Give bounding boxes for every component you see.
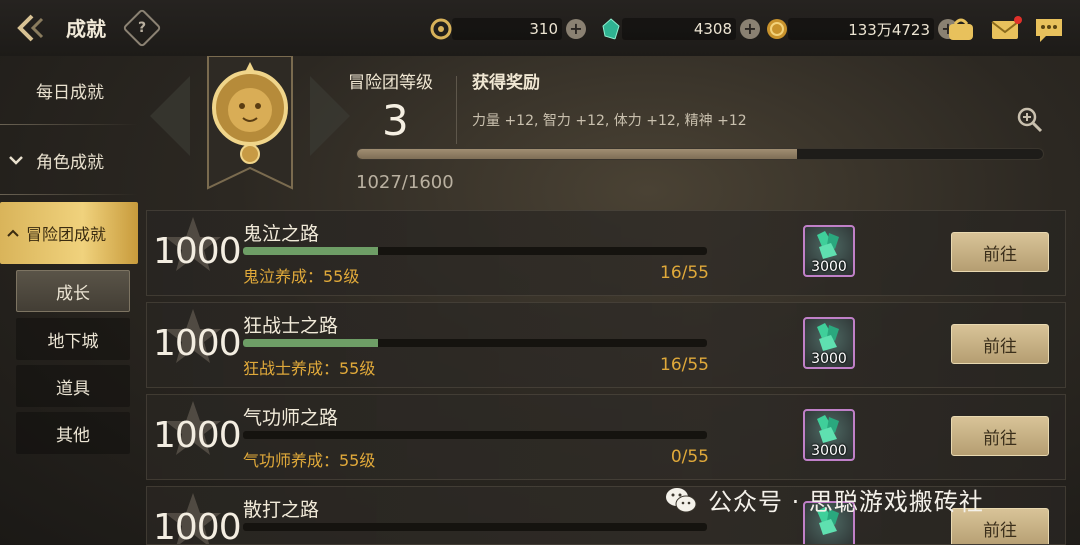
achievement-row: 1000 气功师之路 气功师养成：55级 0/55 3000 前往 [146, 394, 1066, 480]
currency-crystal: 4308 + [600, 17, 760, 41]
achievement-progress-bar [243, 431, 707, 439]
currency-amount: 133万4723 [788, 18, 934, 40]
sidebar-item-label: 冒险团成就 [26, 225, 107, 244]
achievement-points: 1000 [153, 231, 242, 272]
sidebar-divider [0, 124, 138, 125]
watermark-text: 公众号 · 思聪游戏搬砖社 [708, 488, 984, 516]
achievement-count: 16/55 [660, 355, 709, 375]
achievement-desc: 鬼泣养成：55级 [243, 267, 360, 286]
sidebar: 每日成就 角色成就 冒险团成就 成长 地下城 道具 其他 [0, 56, 140, 545]
currency-gold: 133万4723 + [766, 17, 958, 41]
achievement-progress-fill [243, 247, 378, 255]
level-label: 冒险团等级 [348, 73, 433, 93]
achievement-title: 气功师之路 [243, 407, 339, 429]
reward-quantity: 3000 [811, 259, 847, 275]
gold-coin-icon [767, 19, 787, 39]
top-bar: 成就 ? 310 + 4308 + 133万4723 + [0, 0, 1080, 56]
xp-progress-bar [356, 148, 1044, 160]
page-title: 成就 [66, 17, 106, 41]
currency-amount: 4308 [622, 18, 736, 40]
reward-text: 力量 +12, 智力 +12, 体力 +12, 精神 +12 [472, 113, 747, 129]
zoom-in-icon[interactable] [1016, 106, 1044, 134]
go-button[interactable]: 前往 [951, 232, 1049, 272]
currency-amount: 310 [452, 18, 562, 40]
wechat-icon [666, 487, 697, 512]
xp-text: 1027/1600 [356, 172, 454, 193]
add-chaos-button[interactable]: + [566, 19, 586, 39]
sidebar-subitem-items[interactable]: 道具 [16, 365, 130, 407]
achievement-desc: 狂战士养成：55级 [243, 359, 376, 378]
chevron-up-icon [7, 229, 19, 237]
reward-item[interactable]: 3000 [803, 225, 855, 277]
chevron-down-icon [9, 156, 23, 165]
achievement-row: 1000 鬼泣之路 鬼泣养成：55级 16/55 3000 前往 [146, 210, 1066, 296]
back-button[interactable] [10, 8, 54, 48]
achievement-progress-bar [243, 247, 707, 255]
add-crystal-button[interactable]: + [740, 19, 760, 39]
lion-emblem-icon [150, 55, 350, 196]
sidebar-item-adventure[interactable]: 冒险团成就 [0, 202, 138, 264]
go-button[interactable]: 前往 [951, 416, 1049, 456]
bag-icon[interactable] [946, 16, 976, 42]
achievement-desc: 气功师养成：55级 [243, 451, 376, 470]
sidebar-subitem-dungeon[interactable]: 地下城 [16, 318, 130, 360]
achievement-progress-bar [243, 523, 707, 531]
achievement-points: 1000 [153, 507, 242, 545]
achievement-progress-fill [243, 339, 378, 347]
help-icon[interactable]: ? [122, 8, 162, 48]
reward-item[interactable]: 3000 [803, 409, 855, 461]
divider [456, 76, 457, 144]
achievement-title: 狂战士之路 [243, 315, 339, 337]
chat-icon[interactable] [1034, 16, 1064, 44]
currency-chaos: 310 + [430, 17, 586, 41]
sidebar-divider [0, 194, 138, 195]
achievement-row: 1000 狂战士之路 狂战士养成：55级 16/55 3000 前往 [146, 302, 1066, 388]
reward-quantity: 3000 [811, 351, 847, 367]
mail-icon[interactable] [990, 16, 1022, 42]
sidebar-item-daily[interactable]: 每日成就 [0, 60, 138, 120]
sidebar-item-label: 角色成就 [36, 152, 104, 173]
reward-quantity: 3000 [811, 443, 847, 459]
achievement-points: 1000 [153, 323, 242, 364]
xp-progress-fill [357, 149, 798, 159]
chaos-coin-icon [430, 18, 452, 40]
achievement-title: 鬼泣之路 [243, 223, 320, 245]
achievement-count: 0/55 [670, 447, 709, 467]
watermark: 公众号 · 思聪游戏搬砖社 [664, 482, 984, 517]
achievement-progress-bar [243, 339, 707, 347]
achievement-points: 1000 [153, 415, 242, 456]
back-arrow-icon [17, 14, 44, 42]
go-button[interactable]: 前往 [951, 324, 1049, 364]
sidebar-item-label: 每日成就 [36, 82, 104, 103]
green-crystal-icon [602, 18, 620, 40]
achievement-title: 散打之路 [243, 499, 320, 521]
level-value: 3 [382, 96, 409, 145]
achievement-count: 16/55 [660, 263, 709, 283]
sidebar-subitem-other[interactable]: 其他 [16, 412, 130, 454]
sidebar-item-character[interactable]: 角色成就 [0, 130, 138, 190]
reward-item[interactable]: 3000 [803, 317, 855, 369]
adventure-level-panel: 冒险团等级 3 获得奖励 力量 +12, 智力 +12, 体力 +12, 精神 … [146, 55, 1080, 206]
sidebar-subitem-growth[interactable]: 成长 [16, 270, 130, 312]
reward-label: 获得奖励 [472, 73, 540, 93]
